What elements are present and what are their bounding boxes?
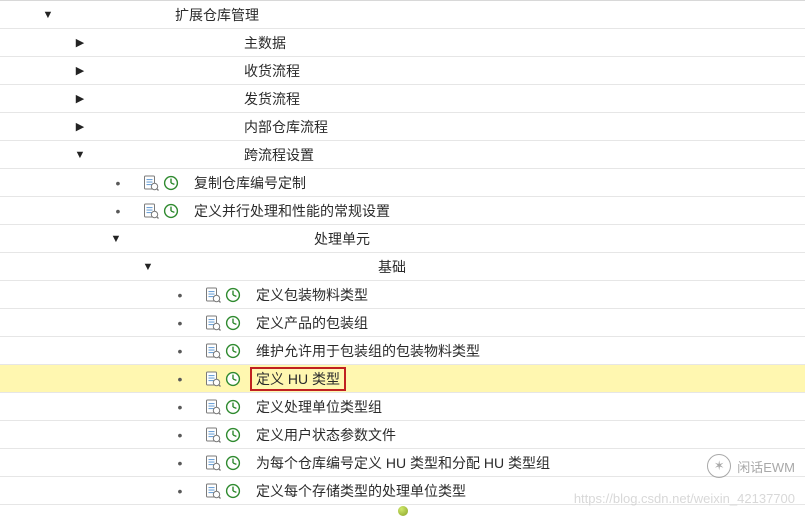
tree-row[interactable]: 主数据 [0,29,805,57]
tree-row[interactable]: 处理单元 [0,225,805,253]
leaf-bullet-icon [174,483,186,499]
decorative-dot-icon [398,506,408,516]
execute-activity-icon[interactable] [224,398,242,416]
tree-row[interactable]: 跨流程设置 [0,141,805,169]
expand-arrow-right-icon[interactable] [74,92,86,105]
tree-node-label[interactable]: 定义每个存储类型的处理单位类型 [252,481,470,501]
tree-row[interactable]: 发货流程 [0,85,805,113]
tree-row[interactable]: 基础 [0,253,805,281]
img-activity-doc-icon[interactable] [204,286,222,304]
leaf-bullet-icon [174,287,186,303]
tree-node-label[interactable]: 定义产品的包装组 [252,313,372,333]
leaf-bullet-icon [174,427,186,443]
img-activity-doc-icon[interactable] [204,426,222,444]
tree-node-label[interactable]: 定义并行处理和性能的常规设置 [190,201,394,221]
tree-node-label[interactable]: 维护允许用于包装组的包装物料类型 [252,341,484,361]
execute-activity-icon[interactable] [224,342,242,360]
tree-node-label[interactable]: 基础 [374,257,410,277]
img-activity-doc-icon[interactable] [142,174,160,192]
tree-row[interactable]: 定义包装物料类型 [0,281,805,309]
execute-activity-icon[interactable] [224,426,242,444]
leaf-bullet-icon [174,315,186,331]
tree-node-label[interactable]: 扩展仓库管理 [171,5,263,25]
img-activity-doc-icon[interactable] [204,398,222,416]
tree-node-label[interactable]: 发货流程 [240,89,304,109]
tree-row[interactable]: 内部仓库流程 [0,113,805,141]
tree-node-label[interactable]: 复制仓库编号定制 [190,173,310,193]
source-url-watermark: https://blog.csdn.net/weixin_42137700 [574,491,795,506]
wechat-watermark: ✶ 闲话EWM [707,454,795,478]
leaf-bullet-icon [174,343,186,359]
tree-node-label[interactable]: 定义用户状态参数文件 [252,425,400,445]
img-activity-doc-icon[interactable] [204,370,222,388]
execute-activity-icon[interactable] [224,314,242,332]
tree-row[interactable]: 复制仓库编号定制 [0,169,805,197]
tree-node-label[interactable]: 为每个仓库编号定义 HU 类型和分配 HU 类型组 [252,453,554,473]
tree-node-label[interactable]: 定义处理单位类型组 [252,397,386,417]
execute-activity-icon[interactable] [224,454,242,472]
execute-activity-icon[interactable] [224,482,242,500]
expand-arrow-right-icon[interactable] [74,36,86,49]
expand-arrow-down-icon[interactable] [110,233,122,245]
img-activity-doc-icon[interactable] [204,482,222,500]
tree-row[interactable]: 为每个仓库编号定义 HU 类型和分配 HU 类型组 [0,449,805,477]
leaf-bullet-icon [112,203,124,219]
expand-arrow-right-icon[interactable] [74,64,86,77]
tree-node-label[interactable]: 跨流程设置 [240,145,318,165]
leaf-bullet-icon [112,175,124,191]
execute-activity-icon[interactable] [224,286,242,304]
tree-node-label[interactable]: 内部仓库流程 [240,117,332,137]
expand-arrow-down-icon[interactable] [142,261,154,273]
tree-node-label[interactable]: 收货流程 [240,61,304,81]
execute-activity-icon[interactable] [162,202,180,220]
img-activity-doc-icon[interactable] [204,342,222,360]
tree-row[interactable]: 维护允许用于包装组的包装物料类型 [0,337,805,365]
img-customizing-tree: 扩展仓库管理主数据收货流程发货流程内部仓库流程跨流程设置复制仓库编号定制定义并行… [0,0,805,520]
tree-node-label[interactable]: 定义包装物料类型 [252,285,372,305]
leaf-bullet-icon [174,399,186,415]
leaf-bullet-icon [174,371,186,387]
expand-arrow-down-icon[interactable] [42,9,54,21]
img-activity-doc-icon[interactable] [142,202,160,220]
execute-activity-icon[interactable] [162,174,180,192]
execute-activity-icon[interactable] [224,370,242,388]
tree-row[interactable]: 扩展仓库管理 [0,1,805,29]
img-activity-doc-icon[interactable] [204,314,222,332]
tree-row[interactable]: 定义产品的包装组 [0,309,805,337]
tree-row[interactable]: 定义并行处理和性能的常规设置 [0,197,805,225]
leaf-bullet-icon [174,455,186,471]
img-activity-doc-icon[interactable] [204,454,222,472]
tree-row[interactable]: 定义用户状态参数文件 [0,421,805,449]
tree-row[interactable]: 收货流程 [0,57,805,85]
tree-node-label[interactable]: 主数据 [240,33,290,53]
tree-node-label[interactable]: 处理单元 [310,229,374,249]
tree-node-label[interactable]: 定义 HU 类型 [250,367,346,391]
tree-row[interactable]: 定义 HU 类型 [0,365,805,393]
expand-arrow-down-icon[interactable] [74,149,86,161]
expand-arrow-right-icon[interactable] [74,120,86,133]
wechat-icon: ✶ [707,454,731,478]
tree-row[interactable]: 定义处理单位类型组 [0,393,805,421]
watermark-brand: 闲话EWM [737,457,795,476]
